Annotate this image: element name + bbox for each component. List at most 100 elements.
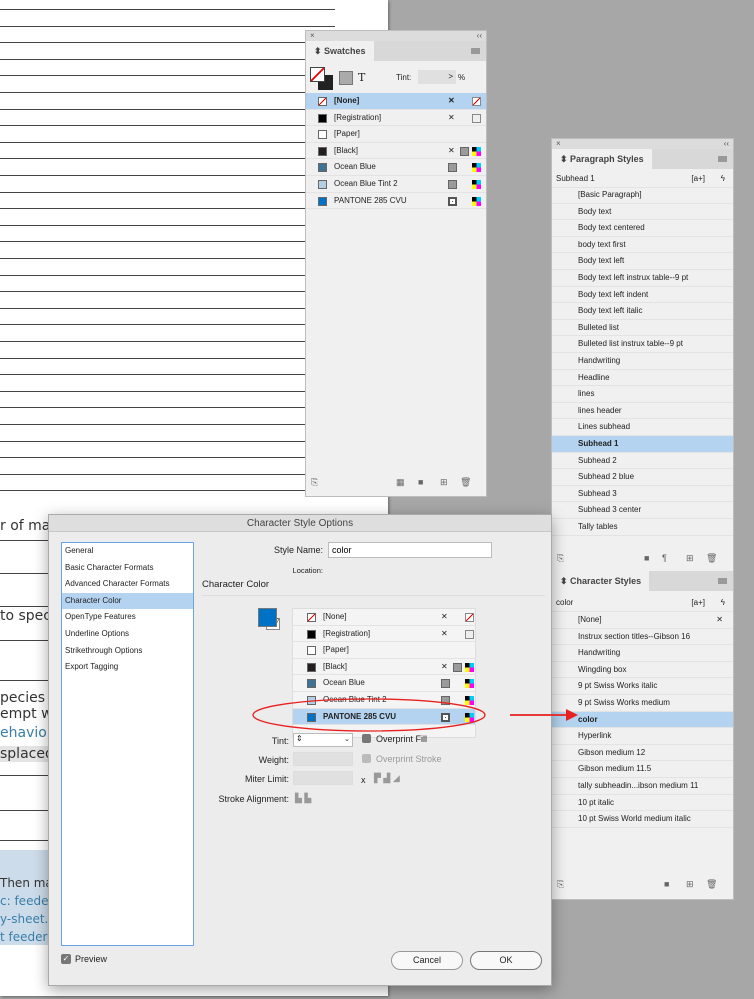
close-icon[interactable]: × [556,139,561,149]
category-item[interactable]: Underline Options [62,626,193,643]
style-list-item[interactable]: Headline [552,370,733,387]
swatch-row[interactable]: [Registration] ✕ [306,110,486,127]
swatch-row[interactable]: [None] ✕ [306,93,486,110]
style-list-item[interactable]: Gibson medium 12 [552,745,733,762]
style-list-item[interactable]: Tally tables [552,519,733,536]
swatch-row[interactable]: [Registration] ✕ [293,626,475,643]
close-icon[interactable]: × [310,31,315,41]
style-list-item[interactable]: Handwriting [552,353,733,370]
tab-swatches[interactable]: ⬍ Swatches [306,41,374,61]
delete-icon[interactable]: 🗑 [706,553,717,564]
style-list-item[interactable]: Body text left italic [552,303,733,320]
style-list-item[interactable]: tally subheadin...ibson medium 11 [552,778,733,795]
new-style-icon[interactable]: ⊞ [686,553,694,564]
style-list-item[interactable]: Instrux section titles--Gibson 16 [552,629,733,646]
join-icons[interactable]: ▛ ▟ ◢ [374,773,400,784]
style-list-item[interactable]: Body text left instrux table--9 pt [552,270,733,287]
miter-limit-input[interactable] [293,771,353,785]
delete-icon[interactable]: 🗑 [706,879,717,890]
style-list-item[interactable]: 10 pt Swiss World medium italic [552,811,733,828]
collapse-icon[interactable]: ‹‹ [724,139,729,149]
style-name: 10 pt italic [578,797,615,807]
category-item[interactable]: Strikethrough Options [62,643,193,660]
style-list-item[interactable]: Subhead 3 [552,486,733,503]
style-list-item[interactable]: Wingding box [552,662,733,679]
pilcrow-icon[interactable]: ¶ [662,553,667,563]
style-name-input[interactable] [328,542,492,558]
collapse-icon[interactable]: ‹‹ [477,31,482,41]
style-list-item[interactable]: [None] ✕ [552,612,733,629]
new-style-group-button[interactable]: [a+] [691,595,705,611]
style-list-item[interactable]: 9 pt Swiss Works italic [552,678,733,695]
weight-combo[interactable] [293,752,353,766]
style-list-item[interactable]: Body text left [552,253,733,270]
style-list-item[interactable]: 10 pt italic [552,795,733,812]
preview-checkbox[interactable]: ✓ [61,954,71,964]
category-item[interactable]: Character Color [62,592,193,610]
folder-icon[interactable]: ■ [664,879,669,889]
ok-button[interactable]: OK [470,951,542,970]
clear-overrides-icon[interactable]: ⎘ [557,879,564,890]
category-item[interactable]: General [62,543,193,560]
stroke-alignment-icons[interactable]: ▙ ▙ [295,793,311,804]
category-item[interactable]: Export Tagging [62,659,193,676]
panel-menu-icon[interactable] [718,578,727,584]
style-list-item[interactable]: Bulleted list instrux table--9 pt [552,336,733,353]
lightning-icon[interactable]: ϟ [721,595,725,611]
style-list-item[interactable]: body text first [552,237,733,254]
swatch-row[interactable]: [Black] ✕ [306,143,486,160]
ruled-line [0,142,335,143]
style-list-item[interactable]: [Basic Paragraph] [552,187,733,204]
cancel-button[interactable]: Cancel [391,951,463,970]
style-list-item[interactable]: Body text centered [552,220,733,237]
category-item[interactable]: OpenType Features [62,609,193,626]
fill-stroke-icon[interactable] [310,67,334,91]
overprint-stroke-checkbox[interactable] [362,754,371,763]
panel-menu-icon[interactable] [471,48,480,54]
style-list-item[interactable]: Subhead 2 blue [552,469,733,486]
swatch-row[interactable]: Ocean Blue [293,675,475,692]
new-swatch-icon[interactable]: ⊞ [440,477,448,488]
delete-icon[interactable]: 🗑 [460,477,471,488]
style-list-item[interactable]: Body text [552,204,733,221]
tab-paragraph-styles[interactable]: ⬍ Paragraph Styles [552,149,652,169]
swatch-row[interactable]: Ocean Blue [306,159,486,176]
style-list-item[interactable]: Bulleted list [552,320,733,337]
tab-character-styles[interactable]: ⬍ Character Styles [552,571,650,591]
style-list-item[interactable]: lines header [552,403,733,420]
swatch-color-icon [307,679,316,689]
swatch-row[interactable]: Ocean Blue Tint 2 [306,176,486,193]
category-item[interactable]: Basic Character Formats [62,560,193,577]
style-list-item[interactable]: Hyperlink [552,728,733,745]
swatch-row[interactable]: [None] ✕ [293,609,475,626]
folder-icon[interactable]: ■ [418,477,423,487]
swatch-row[interactable]: [Black] ✕ [293,659,475,676]
style-list-item[interactable]: Lines subhead [552,419,733,436]
formatting-container-icon[interactable] [339,71,353,85]
style-list-item[interactable]: Handwriting [552,645,733,662]
category-item[interactable]: Advanced Character Formats [62,576,193,593]
clear-overrides-icon[interactable]: ⎘ [557,553,564,564]
new-color-group-icon[interactable]: ▦ [396,477,405,488]
style-list-item[interactable]: Subhead 3 center [552,502,733,519]
show-kinds-icon[interactable]: ⎘ [311,477,318,488]
style-list-item[interactable]: lines [552,386,733,403]
formatting-text-icon[interactable]: T [358,71,365,84]
style-list-item[interactable]: Subhead 1 [552,436,733,453]
style-list-item[interactable]: Subhead 2 [552,453,733,470]
swatch-row[interactable]: [Paper] [293,642,475,659]
lightning-icon[interactable]: ϟ [721,171,725,187]
panel-menu-icon[interactable] [718,156,727,162]
folder-icon[interactable]: ■ [644,553,649,563]
tint-combo[interactable]: ⇕ ⌄ [293,733,353,747]
tint-input[interactable]: > [418,70,456,84]
swatch-row[interactable]: [Paper] [306,126,486,143]
new-style-group-button[interactable]: [a+] [691,171,705,187]
overprint-fill-checkbox[interactable] [362,734,371,743]
fill-color-icon[interactable]: ? [258,608,280,630]
style-list-item[interactable]: Body text left indent [552,287,733,304]
style-list-item[interactable]: Gibson medium 11.5 [552,761,733,778]
style-name: Gibson medium 11.5 [578,764,652,774]
new-style-icon[interactable]: ⊞ [686,879,694,890]
swatch-row[interactable]: PANTONE 285 CVU [306,193,486,210]
